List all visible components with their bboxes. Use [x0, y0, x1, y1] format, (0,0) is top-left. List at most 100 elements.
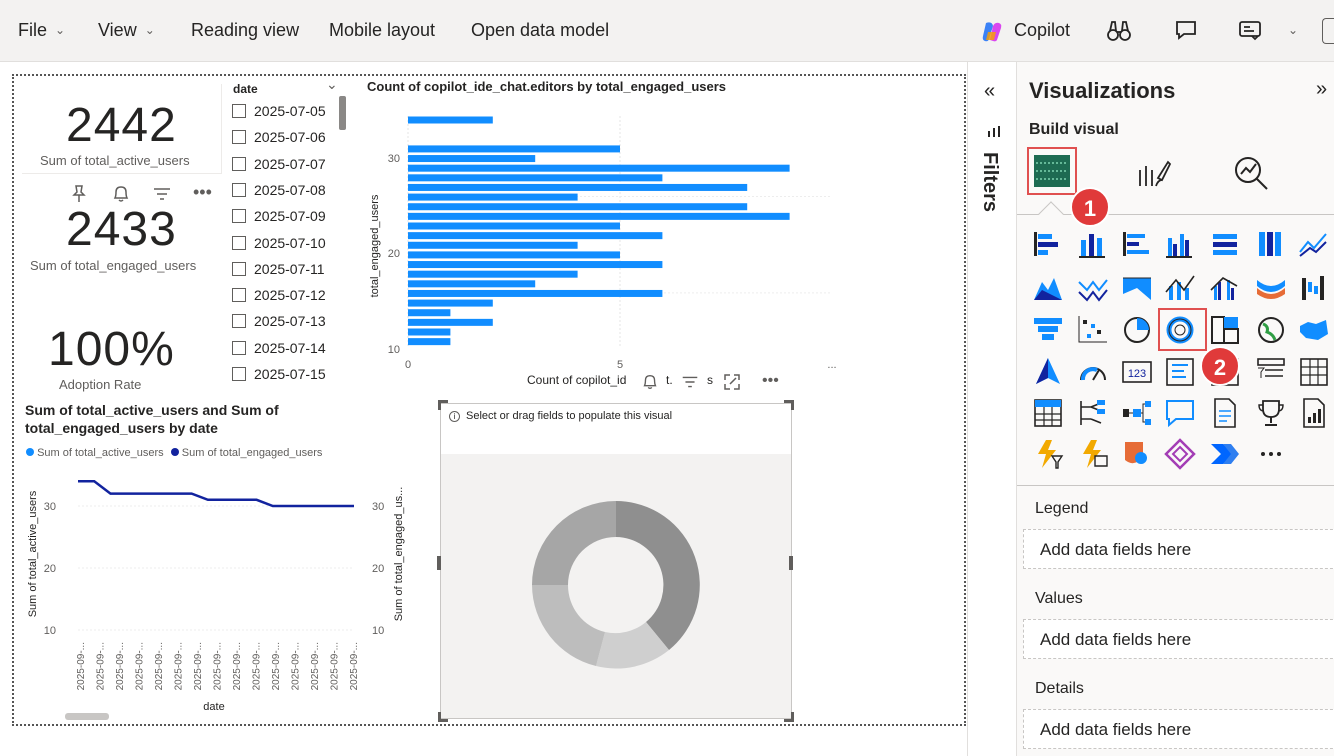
100-area-icon[interactable] [1121, 272, 1153, 304]
bar-mark[interactable] [408, 193, 578, 201]
filled-map-icon[interactable] [1298, 314, 1330, 346]
bar-mark[interactable] [408, 270, 578, 278]
bar-mark[interactable] [408, 145, 620, 153]
resize-handle-br[interactable] [784, 712, 794, 722]
copilot-button[interactable] [980, 20, 1004, 49]
multi-row-card-icon[interactable] [1164, 356, 1196, 388]
matrix-icon[interactable] [1032, 397, 1064, 429]
resize-handle-tl[interactable] [438, 400, 448, 410]
clustered-column-icon[interactable] [1164, 228, 1196, 260]
open-data-model-button[interactable]: Open data model [471, 20, 609, 41]
slicer-icon[interactable] [1255, 356, 1287, 388]
line-chart-scrollbar[interactable] [65, 713, 109, 720]
slicer-item[interactable]: 2025-07-12 [232, 287, 326, 313]
bar-mark[interactable] [408, 212, 790, 220]
checkbox-icon[interactable] [232, 340, 246, 355]
collapse-filters-icon[interactable]: « [984, 80, 995, 103]
focus-mode-button[interactable] [722, 372, 742, 397]
stacked-column-icon[interactable] [1077, 228, 1109, 260]
values-well-input[interactable]: Add data fields here [1023, 619, 1334, 659]
power-automate-icon[interactable] [1077, 438, 1109, 470]
bar-alert-button[interactable] [640, 372, 660, 397]
automate-2-icon[interactable] [1209, 438, 1241, 470]
slicer-dropdown-icon[interactable]: ⌄ [326, 76, 338, 93]
mobile-layout-button[interactable]: Mobile layout [329, 20, 435, 41]
filters-label[interactable]: Filters [978, 152, 1001, 212]
subscribe-button[interactable] [1238, 18, 1262, 47]
bar-mark[interactable] [408, 174, 663, 182]
bar-mark[interactable] [408, 155, 536, 163]
legend-item-engaged[interactable]: Sum of total_engaged_users [182, 447, 323, 459]
view-menu[interactable]: View ⌄ [98, 20, 155, 41]
card-icon[interactable]: 123 [1121, 356, 1153, 388]
checkbox-icon[interactable] [232, 314, 246, 329]
comment-button[interactable] [1174, 18, 1198, 47]
more-visuals-icon[interactable] [1255, 438, 1287, 470]
bar-more-options-button[interactable]: ••• [762, 372, 779, 390]
bar-mark[interactable] [408, 309, 451, 317]
treemap-icon[interactable] [1209, 314, 1241, 346]
analytics-tab[interactable] [1232, 154, 1270, 197]
bar-mark[interactable] [408, 261, 663, 269]
metrics-icon[interactable] [1255, 397, 1287, 429]
bar-mark[interactable] [408, 289, 663, 297]
stacked-bar-icon[interactable] [1032, 228, 1064, 260]
bar-filter-button[interactable] [680, 372, 700, 397]
checkbox-icon[interactable] [232, 288, 246, 303]
map-icon[interactable] [1255, 314, 1287, 346]
100-column-icon[interactable] [1255, 228, 1287, 260]
qa-icon[interactable] [1164, 397, 1196, 429]
bar-chart[interactable]: 30 20 10 0 5 ... total_engaged_users [360, 96, 840, 396]
stacked-area-icon[interactable] [1077, 272, 1109, 304]
checkbox-icon[interactable] [232, 209, 246, 224]
donut-visual[interactable]: i Select or drag fields to populate this … [440, 403, 792, 719]
bar-mark[interactable] [408, 328, 451, 336]
resize-handle-right[interactable] [789, 556, 793, 570]
ribbon-chart-icon[interactable] [1255, 272, 1287, 304]
copilot-label[interactable]: Copilot [1014, 20, 1070, 41]
line-clustered-icon[interactable] [1209, 272, 1241, 304]
bar-mark[interactable] [408, 299, 493, 307]
bar-mark[interactable] [408, 280, 536, 288]
bar-mark[interactable] [408, 318, 493, 326]
bar-mark[interactable] [408, 251, 620, 259]
gauge-icon[interactable] [1077, 356, 1109, 388]
slicer-item[interactable]: 2025-07-09 [232, 208, 326, 234]
checkbox-icon[interactable] [232, 182, 246, 197]
funnel-icon[interactable] [1032, 314, 1064, 346]
clustered-bar-icon[interactable] [1121, 228, 1153, 260]
checkbox-icon[interactable] [232, 261, 246, 276]
slicer-item[interactable]: 2025-07-06 [232, 129, 326, 155]
pie-chart-icon[interactable] [1121, 314, 1153, 346]
format-visual-tab[interactable] [1136, 156, 1172, 195]
slicer-item[interactable]: 2025-07-11 [232, 261, 325, 287]
slicer-item[interactable]: 2025-07-13 [232, 313, 326, 339]
pane-toggle-icon[interactable] [1322, 18, 1334, 44]
bar-mark[interactable] [408, 232, 663, 240]
bar-mark[interactable] [408, 241, 578, 249]
arcgis-icon[interactable] [1121, 438, 1153, 470]
legend-well-input[interactable]: Add data fields here [1023, 529, 1334, 569]
binoculars-button[interactable] [1106, 18, 1132, 49]
resize-handle-left[interactable] [437, 556, 441, 570]
bar-mark[interactable] [408, 338, 451, 346]
checkbox-icon[interactable] [232, 235, 246, 250]
more-chevron[interactable]: ⌄ [1280, 20, 1298, 41]
azure-map-icon[interactable] [1032, 356, 1064, 388]
slicer-item[interactable]: 2025-07-07 [232, 156, 326, 182]
details-well-input[interactable]: Add data fields here [1023, 709, 1334, 749]
bar-mark[interactable] [408, 222, 620, 230]
bar-mark[interactable] [408, 183, 748, 191]
more-options-button[interactable]: ••• [193, 182, 212, 203]
power-apps-2-icon[interactable] [1164, 438, 1196, 470]
paginated-report-icon[interactable] [1298, 397, 1330, 429]
bar-mark[interactable] [408, 164, 790, 172]
slicer-item[interactable]: 2025-07-15 [232, 366, 326, 392]
slicer-item[interactable]: 2025-07-05 [232, 103, 326, 129]
key-influencers-icon[interactable] [1121, 397, 1153, 429]
resize-handle-tr[interactable] [784, 400, 794, 410]
line-column-icon[interactable] [1164, 272, 1196, 304]
slicer-scrollbar[interactable] [339, 96, 346, 130]
slicer-item[interactable]: 2025-07-08 [232, 182, 326, 208]
100-bar-icon[interactable] [1209, 228, 1241, 260]
